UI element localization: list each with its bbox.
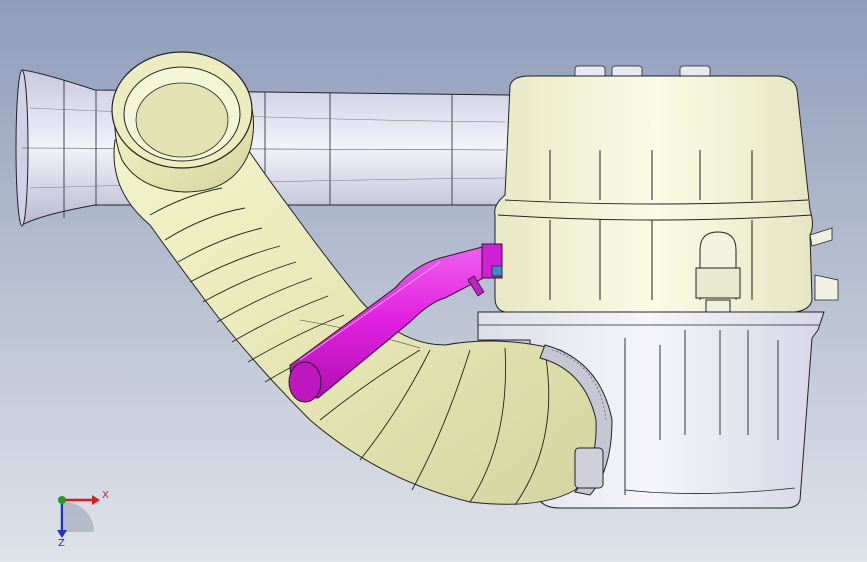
z-axis-arrowhead: [57, 530, 67, 538]
filter-housing-upper[interactable]: [494, 65, 839, 329]
cad-viewport[interactable]: X Z: [0, 0, 867, 562]
triad-plane: [64, 502, 94, 532]
inlet-elbow[interactable]: [111, 51, 254, 193]
x-axis-arrowhead: [92, 495, 100, 505]
coordinate-triad: X Z: [57, 490, 109, 548]
x-axis-label: X: [102, 490, 109, 501]
z-axis-label: Z: [58, 538, 65, 548]
y-axis-dot: [58, 496, 66, 504]
assembly-model[interactable]: [0, 0, 867, 562]
